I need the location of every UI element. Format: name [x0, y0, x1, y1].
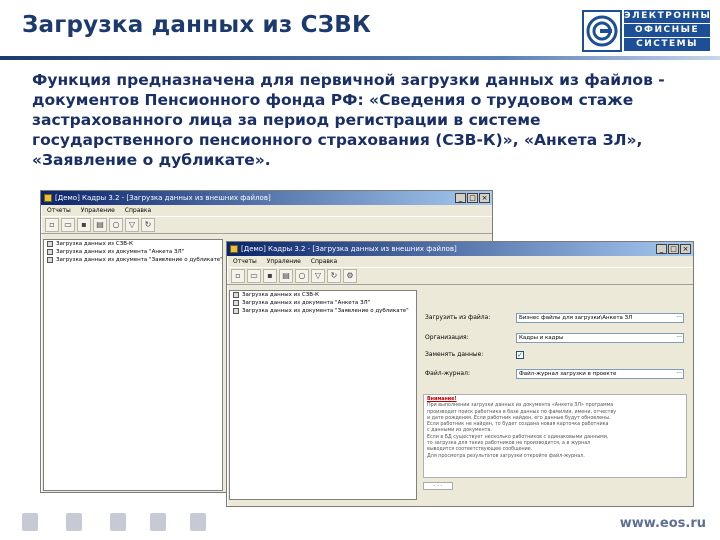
document-icon: [233, 300, 239, 306]
filter-icon[interactable]: ▽: [311, 269, 325, 283]
notice-line: Для просмотра результатов загрузки откро…: [427, 453, 585, 459]
front-app-window: [Демо] Кадры 3.2 - [Загрузка данных из в…: [226, 241, 694, 507]
minimize-button[interactable]: _: [455, 193, 466, 203]
close-button[interactable]: ×: [680, 244, 691, 254]
menu-reports[interactable]: Отчеты: [47, 205, 71, 216]
maximize-button[interactable]: □: [467, 193, 478, 203]
tree-item[interactable]: Загрузка данных из документа "Анкета ЗЛ": [44, 248, 222, 256]
front-tree-panel: Загрузка данных из СЗВ-К Загрузка данных…: [229, 290, 417, 500]
document-icon: [47, 241, 53, 247]
company-logo: ЭЛЕКТРОННЫЕ ОФИСНЫЕ СИСТЕМЫ: [582, 10, 720, 52]
notice-panel: Внимание! При выполнении загрузки данных…: [423, 394, 687, 478]
logo-text-line-3: СИСТЕМЫ: [624, 38, 710, 51]
back-window-titlebar[interactable]: [Демо] Кадры 3.2 - [Загрузка данных из в…: [41, 191, 492, 205]
front-menubar: Отчеты Упраление Справка: [227, 256, 693, 267]
settings-icon[interactable]: ⚙: [343, 269, 357, 283]
tree-item[interactable]: Загрузка данных из документа "Заявление …: [230, 307, 416, 315]
browse-icon[interactable]: ···: [676, 314, 682, 322]
nav-list-icon[interactable]: [190, 513, 206, 531]
minimize-button[interactable]: _: [656, 244, 667, 254]
nav-key-icon[interactable]: [110, 513, 126, 531]
nav-tree-icon[interactable]: [66, 513, 82, 531]
open-icon[interactable]: ▭: [61, 218, 75, 232]
slide-description: Функция предназначена для первичной загр…: [32, 71, 665, 169]
menu-help[interactable]: Справка: [125, 205, 151, 216]
organization-input[interactable]: Кадры и кадры ···: [516, 333, 684, 343]
slide-title: Загрузка данных из СЗВК: [22, 12, 371, 38]
front-toolbar: ▫ ▭ ▪ ▤ ○ ▽ ↻ ⚙: [227, 267, 693, 285]
replace-data-label: Заменять данные:: [425, 351, 484, 358]
menu-management[interactable]: Упраление: [81, 205, 115, 216]
browse-icon[interactable]: ···: [676, 370, 682, 378]
browse-icon[interactable]: ···: [676, 334, 682, 342]
tree-item[interactable]: Загрузка данных из СЗВ-К: [44, 240, 222, 248]
logo-mark-icon: [582, 10, 622, 52]
document-icon: [233, 308, 239, 314]
new-icon[interactable]: ▫: [231, 269, 245, 283]
replace-data-checkbox[interactable]: ✓: [516, 351, 524, 359]
tree-item[interactable]: Загрузка данных из документа "Анкета ЗЛ": [230, 299, 416, 307]
menu-reports[interactable]: Отчеты: [233, 256, 257, 267]
nav-document-icon[interactable]: [150, 513, 166, 531]
refresh-icon[interactable]: ↻: [141, 218, 155, 232]
title-divider: [0, 56, 720, 60]
app-icon: [44, 194, 52, 202]
file-path-input[interactable]: Бизнес файлы для загрузки\Анкета ЗЛ ···: [516, 313, 684, 323]
back-toolbar: ▫ ▭ ▪ ▤ ○ ▽ ↻: [41, 216, 492, 234]
document-icon: [233, 292, 239, 298]
app-icon: [230, 245, 238, 253]
back-menubar: Отчеты Упраление Справка: [41, 205, 492, 216]
menu-management[interactable]: Упраление: [267, 256, 301, 267]
maximize-button[interactable]: □: [668, 244, 679, 254]
save-icon[interactable]: ▪: [263, 269, 277, 283]
back-window-title: [Демо] Кадры 3.2 - [Загрузка данных из в…: [55, 194, 271, 202]
back-tree-panel: Загрузка данных из СЗВ-К Загрузка данных…: [43, 239, 223, 491]
search-icon[interactable]: ○: [295, 269, 309, 283]
tree-item[interactable]: Загрузка данных из документа "Заявление …: [44, 256, 223, 264]
print-icon[interactable]: ▤: [93, 218, 107, 232]
document-icon: [47, 249, 53, 255]
open-icon[interactable]: ▭: [247, 269, 261, 283]
logo-text-line-1: ЭЛЕКТРОННЫЕ: [624, 10, 720, 23]
status-bar: · · ·: [423, 482, 453, 490]
close-button[interactable]: ×: [479, 193, 490, 203]
print-icon[interactable]: ▤: [279, 269, 293, 283]
front-window-title: [Демо] Кадры 3.2 - [Загрузка данных из в…: [241, 245, 457, 253]
footer-url: www.eos.ru: [619, 516, 706, 531]
menu-help[interactable]: Справка: [311, 256, 337, 267]
save-icon[interactable]: ▪: [77, 218, 91, 232]
nav-home-icon[interactable]: [22, 513, 38, 531]
document-icon: [47, 257, 53, 263]
refresh-icon[interactable]: ↻: [327, 269, 341, 283]
log-file-label: Файл-журнал:: [425, 370, 470, 377]
new-icon[interactable]: ▫: [45, 218, 59, 232]
search-icon[interactable]: ○: [109, 218, 123, 232]
front-window-titlebar[interactable]: [Демо] Кадры 3.2 - [Загрузка данных из в…: [227, 242, 693, 256]
organization-label: Организация:: [425, 334, 469, 341]
filter-icon[interactable]: ▽: [125, 218, 139, 232]
file-label: Загрузить из файла:: [425, 314, 491, 321]
bottom-nav: [0, 504, 720, 540]
logo-text-line-2: ОФИСНЫЕ: [624, 24, 710, 37]
tree-item[interactable]: Загрузка данных из СЗВ-К: [230, 291, 416, 299]
log-file-input[interactable]: Файл-журнал загрузки в проекте ···: [516, 369, 684, 379]
